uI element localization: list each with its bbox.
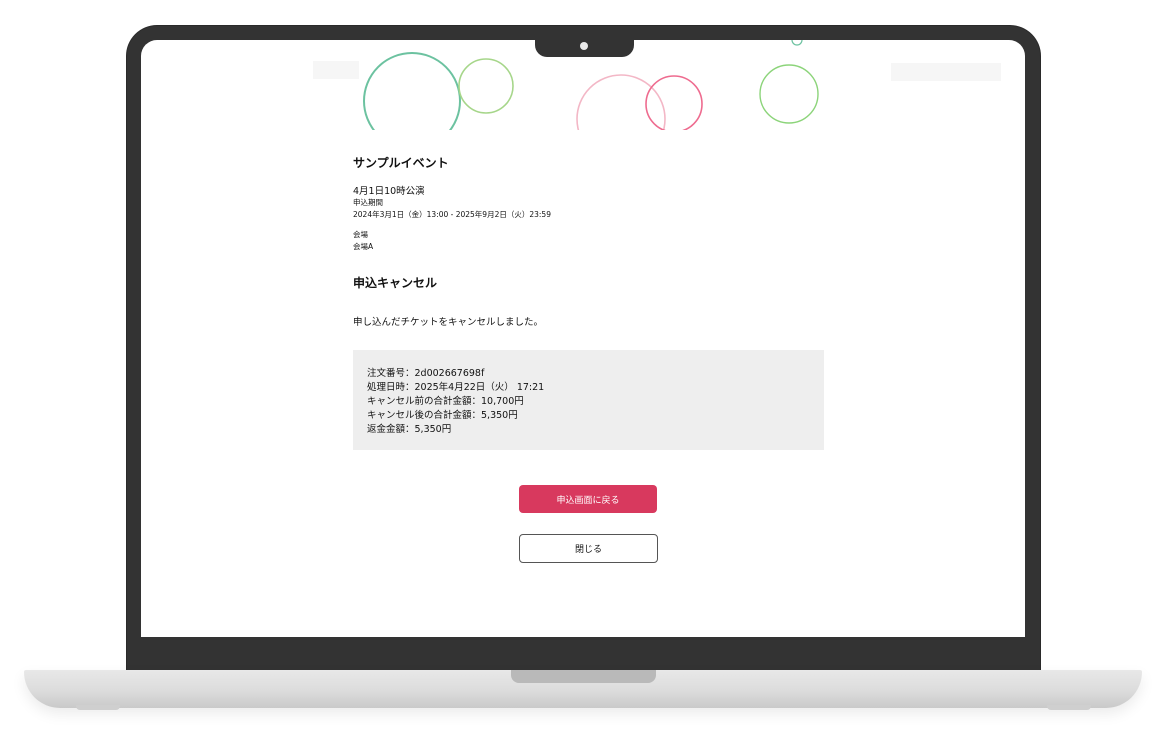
circle-green-right bbox=[759, 64, 819, 124]
total-before: キャンセル前の合計金額：10,700円 bbox=[367, 396, 524, 407]
cancel-message: 申し込んだチケットをキャンセルしました。 bbox=[353, 317, 544, 328]
performance-date: 4月1日10時公演 bbox=[353, 186, 425, 197]
laptop-foot-right bbox=[1047, 705, 1091, 710]
circle-green-large bbox=[363, 52, 461, 130]
total-after: キャンセル後の合計金額：5,350円 bbox=[367, 410, 518, 421]
back-to-application-button[interactable]: 申込画面に戻る bbox=[519, 485, 657, 513]
laptop-foot-left bbox=[76, 705, 120, 710]
cancel-section-title: 申込キャンセル bbox=[353, 276, 438, 290]
browser-screen: サンプルイベント 4月1日10時公演 申込期間 2024年3月1日（金）13:0… bbox=[141, 40, 1025, 637]
refund-amount: 返金金額：5,350円 bbox=[367, 424, 452, 435]
circle-rose bbox=[645, 75, 703, 130]
circle-lime bbox=[458, 58, 514, 114]
laptop-hinge-notch bbox=[511, 670, 656, 683]
venue-value: 会場A bbox=[353, 242, 374, 251]
camera-icon bbox=[580, 42, 588, 50]
cancel-details-box: 注文番号：2d002667698f 処理日時：2025年4月22日（火） 17:… bbox=[353, 350, 824, 450]
processed-at: 処理日時：2025年4月22日（火） 17:21 bbox=[367, 382, 545, 393]
circle-teal-small bbox=[791, 40, 803, 46]
close-button[interactable]: 閉じる bbox=[519, 534, 658, 563]
application-period-label: 申込期間 bbox=[353, 198, 383, 207]
venue-label: 会場 bbox=[353, 230, 368, 239]
order-number: 注文番号：2d002667698f bbox=[367, 368, 485, 379]
event-title: サンプルイベント bbox=[353, 156, 449, 170]
application-period-value: 2024年3月1日（金）13:00 - 2025年9月2日（火）23:59 bbox=[353, 210, 551, 219]
